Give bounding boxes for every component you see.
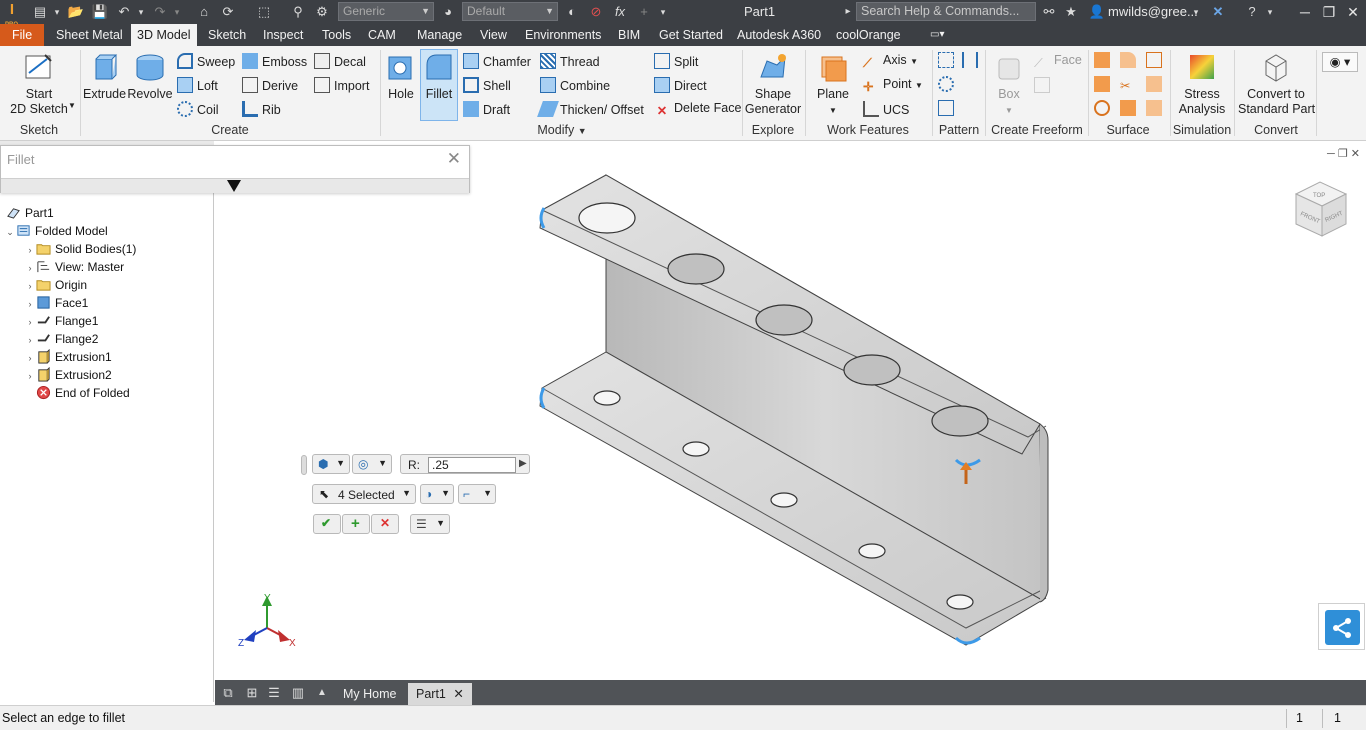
triad-z-label: Z — [238, 638, 244, 649]
document-tabs: ⧉ ⊞ ☰ ▥ ▲ My Home Part1 ✕ — [215, 680, 1366, 705]
command-search-expander[interactable] — [1, 178, 469, 193]
triad-x-label: X — [289, 638, 296, 649]
status-count-2: 1 — [1334, 711, 1341, 725]
tab-my-home[interactable]: My Home — [335, 683, 404, 705]
fillet-mode-icon: ◎ — [358, 457, 369, 471]
cascade-icon[interactable]: ⧉ — [219, 685, 237, 701]
command-search-input[interactable]: Fillet — [7, 152, 34, 167]
viewcube-top-label: TOP — [1313, 193, 1325, 199]
tab-part1[interactable]: Part1 ✕ — [408, 683, 472, 705]
tile-icon[interactable]: ⊞ — [243, 685, 261, 701]
edge-options-icon: ⌐ — [463, 487, 471, 501]
radius-input[interactable]: .25 — [428, 457, 516, 473]
plus-icon: + — [351, 515, 360, 532]
pointer-icon: ⬉ — [319, 487, 330, 501]
fillet-type-dropdown[interactable]: ⬢ ▼ — [312, 454, 350, 474]
dialog-options-dropdown[interactable]: ☰ ▼ — [410, 514, 450, 534]
tile-vertical-icon[interactable]: ▥ — [289, 685, 307, 701]
radius-arrow-icon[interactable]: ▶ — [519, 458, 527, 469]
tab-list-icon[interactable]: ▲ — [313, 685, 331, 701]
caret-down-icon — [227, 180, 241, 192]
chain-icon: ◑ — [425, 487, 433, 501]
status-bar: Select an edge to fillet 1 1 — [0, 705, 1366, 730]
part-model[interactable]: Y X Z TOP FRONT RIGHT — [0, 0, 1366, 730]
chain-mode-dropdown[interactable]: ◑ ▼ — [420, 484, 454, 504]
share-button[interactable] — [1318, 603, 1365, 650]
apply-button[interactable]: + — [342, 514, 370, 534]
close-icon[interactable]: ✕ — [447, 149, 461, 169]
selected-count: 4 Selected — [338, 488, 395, 502]
edge-options-dropdown[interactable]: ⌐ ▼ — [458, 484, 496, 504]
triad-y-label: Y — [264, 593, 271, 604]
edge-fillet-icon: ⬢ — [318, 457, 329, 471]
viewcube[interactable] — [1294, 181, 1348, 237]
radius-label: R: — [408, 458, 420, 472]
cancel-x-icon: ✕ — [380, 516, 391, 530]
dialog-icon: ☰ — [416, 517, 427, 531]
mini-toolbar-grip[interactable] — [301, 455, 307, 475]
cancel-button[interactable]: ✕ — [371, 514, 399, 534]
share-icon — [1325, 610, 1360, 645]
status-count-1: 1 — [1296, 711, 1303, 725]
tile-horizontal-icon[interactable]: ☰ — [265, 685, 283, 701]
command-search-popup: Fillet ✕ — [0, 145, 470, 193]
ok-button[interactable]: ✔ — [313, 514, 341, 534]
fillet-mode-dropdown[interactable]: ◎ ▼ — [352, 454, 392, 474]
status-message: Select an edge to fillet — [2, 711, 125, 725]
checkmark-icon: ✔ — [321, 516, 332, 530]
close-tab-icon[interactable]: ✕ — [453, 687, 463, 701]
